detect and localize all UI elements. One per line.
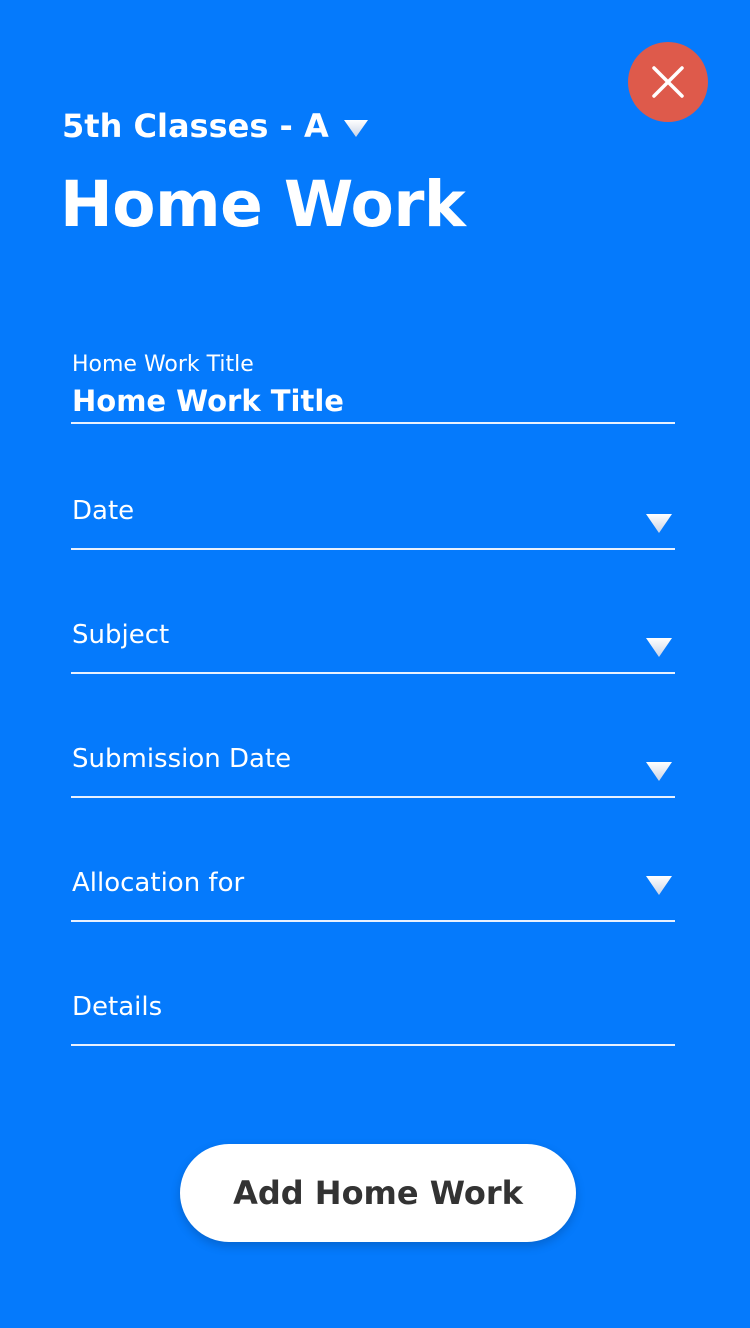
close-button[interactable] bbox=[628, 42, 708, 122]
subject-placeholder: Subject bbox=[72, 620, 170, 650]
add-homework-button[interactable]: Add Home Work bbox=[180, 1144, 576, 1242]
add-homework-button-label: Add Home Work bbox=[233, 1174, 523, 1212]
details-placeholder: Details bbox=[72, 992, 163, 1022]
triangle-down-icon bbox=[646, 762, 672, 781]
add-homework-screen: 5th Classes - A Home Work Home Work Titl… bbox=[0, 0, 750, 1328]
homework-title-field[interactable]: Home Work Title Home Work Title bbox=[71, 352, 675, 424]
allocation-placeholder: Allocation for bbox=[72, 868, 245, 898]
triangle-down-icon bbox=[343, 120, 368, 137]
homework-title-value: Home Work Title bbox=[72, 384, 344, 418]
class-selector-label: 5th Classes - A bbox=[62, 107, 329, 145]
date-dropdown[interactable]: Date bbox=[71, 494, 675, 550]
details-input[interactable]: Details bbox=[71, 990, 675, 1046]
triangle-down-icon bbox=[646, 514, 672, 533]
subject-dropdown[interactable]: Subject bbox=[71, 618, 675, 674]
allocation-dropdown[interactable]: Allocation for bbox=[71, 866, 675, 922]
homework-title-label: Home Work Title bbox=[72, 352, 254, 377]
submission-date-placeholder: Submission Date bbox=[72, 744, 292, 774]
triangle-down-icon bbox=[646, 638, 672, 657]
close-icon bbox=[652, 66, 684, 98]
triangle-down-icon bbox=[646, 876, 672, 895]
date-placeholder: Date bbox=[72, 496, 135, 526]
submission-date-dropdown[interactable]: Submission Date bbox=[71, 742, 675, 798]
page-title: Home Work bbox=[60, 168, 466, 241]
class-selector-dropdown[interactable]: 5th Classes - A bbox=[62, 104, 369, 148]
